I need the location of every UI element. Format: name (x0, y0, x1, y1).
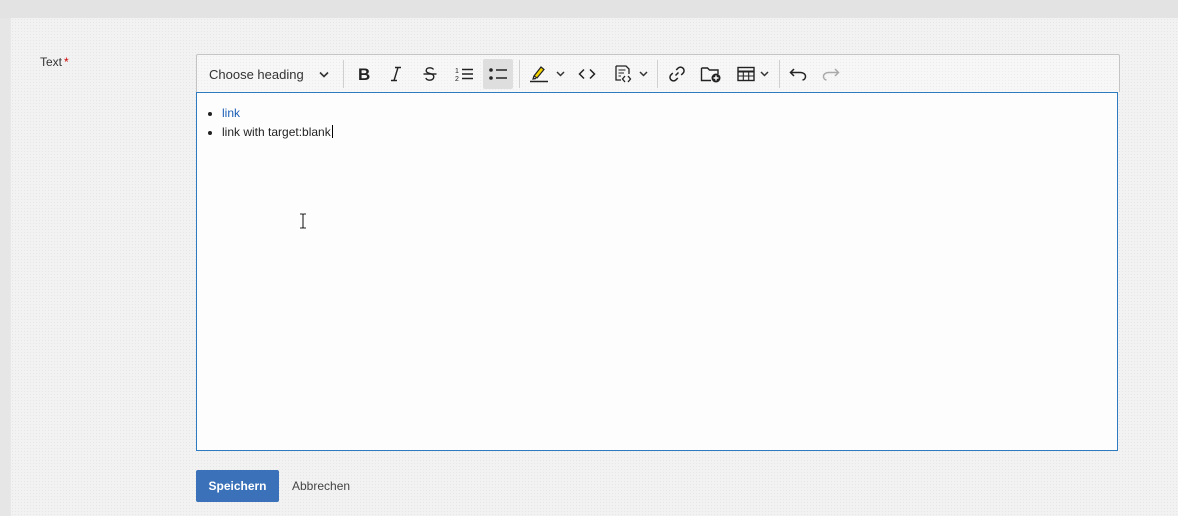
content-link[interactable]: link (222, 106, 240, 120)
toolbar-separator (657, 60, 658, 88)
toolbar-separator (519, 60, 520, 88)
field-label: Text * (40, 55, 69, 69)
table-icon (737, 66, 755, 82)
page-top-strip (0, 0, 1178, 18)
undo-icon (789, 67, 807, 81)
source-editing-button[interactable] (607, 59, 653, 89)
heading-dropdown[interactable]: Choose heading (203, 59, 335, 89)
bold-icon: B (357, 66, 371, 82)
bold-button[interactable]: B (350, 59, 378, 89)
text-caret (331, 125, 333, 138)
chevron-down-icon (555, 71, 565, 77)
source-icon (613, 64, 633, 84)
chevron-down-icon (319, 71, 329, 78)
italic-button[interactable] (382, 59, 410, 89)
toolbar-separator (343, 60, 344, 88)
numbered-list-button[interactable]: 12 (449, 59, 479, 89)
required-marker: * (64, 55, 69, 69)
ibeam-cursor-icon (299, 213, 307, 229)
folder-add-icon (700, 65, 722, 83)
strikethrough-icon (422, 66, 438, 82)
chevron-down-icon (638, 71, 648, 77)
chevron-down-icon (760, 71, 769, 77)
highlighter-icon (528, 65, 550, 83)
list-item-text: link with target:blank (222, 125, 331, 139)
bulleted-list: link link with target:blank (197, 104, 1117, 142)
code-button[interactable] (573, 59, 601, 89)
italic-icon (389, 66, 403, 82)
highlight-button[interactable] (524, 59, 568, 89)
undo-button[interactable] (784, 59, 812, 89)
editor-toolbar: Choose heading B 12 (196, 54, 1120, 92)
save-button[interactable]: Speichern (196, 470, 279, 502)
heading-dropdown-label: Choose heading (209, 66, 304, 82)
strikethrough-button[interactable] (416, 59, 444, 89)
link-button[interactable] (663, 59, 691, 89)
cancel-button[interactable]: Abbrechen (292, 470, 350, 502)
list-item: link with target:blank (222, 123, 1117, 142)
toolbar-separator (779, 60, 780, 88)
bulleted-list-button[interactable] (483, 59, 513, 89)
code-icon (578, 68, 596, 80)
svg-text:B: B (358, 66, 370, 82)
redo-icon (822, 67, 840, 81)
table-button[interactable] (731, 59, 775, 89)
rich-text-editor: Choose heading B 12 • link • link with t… (196, 54, 1120, 451)
list-item: link (222, 104, 1117, 123)
link-icon (668, 65, 686, 83)
field-label-text: Text (40, 55, 63, 69)
redo-button[interactable] (817, 59, 845, 89)
numbered-list-icon: 12 (454, 66, 474, 82)
bulleted-list-icon (488, 66, 508, 82)
file-manager-button[interactable] (696, 59, 726, 89)
svg-text:2: 2 (455, 76, 459, 82)
editor-content-area[interactable]: link link with target:blank (196, 92, 1118, 451)
svg-text:1: 1 (455, 68, 459, 75)
